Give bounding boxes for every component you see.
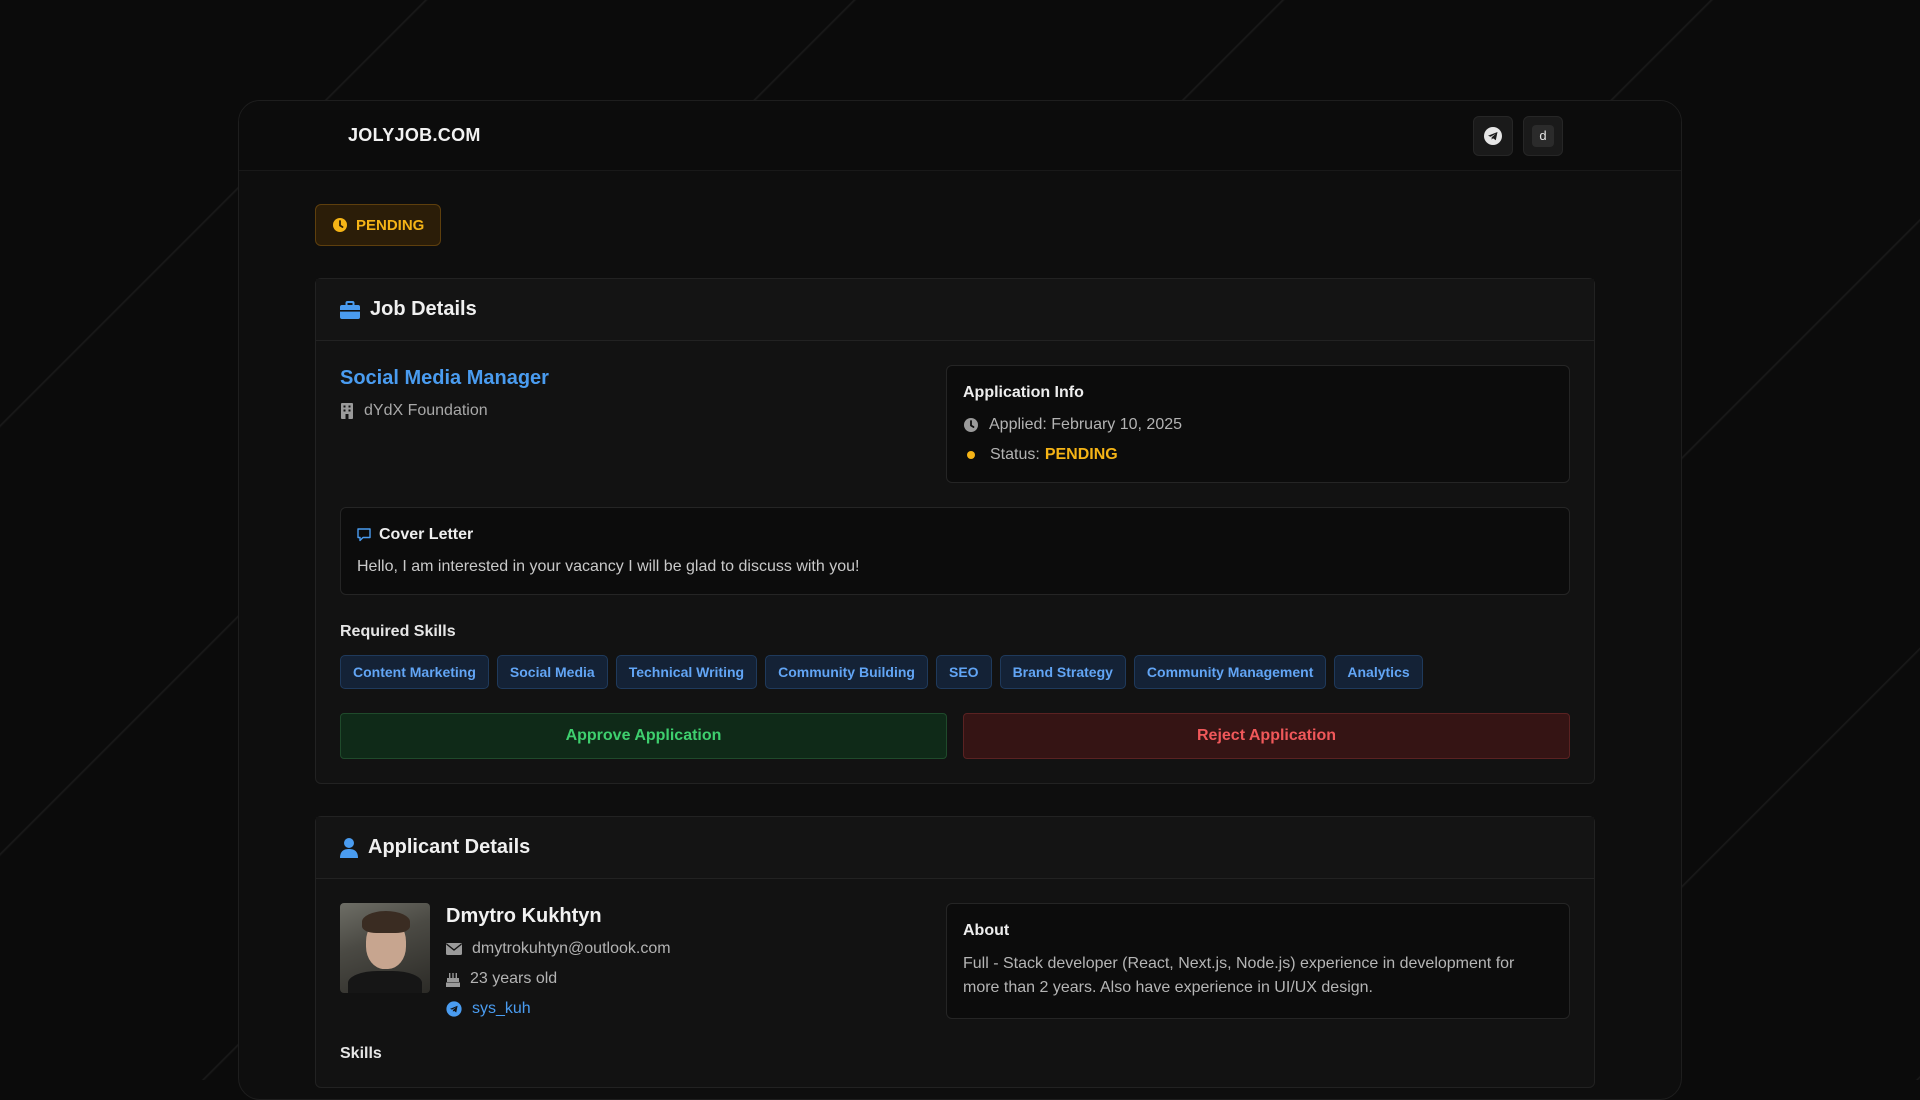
status-value: PENDING	[1044, 446, 1118, 463]
applicant-age-line: 23 years old	[446, 970, 671, 988]
status-badge: PENDING	[315, 204, 442, 246]
status-line: Status: PENDING	[963, 446, 1553, 464]
job-details-heading: Job Details	[370, 298, 477, 320]
applicant-skills-label: Skills	[340, 1045, 382, 1062]
job-summary-row: Social Media Manager dYdX Foundation App…	[340, 365, 1570, 483]
required-skills-label: Required Skills	[340, 623, 456, 640]
cover-letter-box: Cover Letter Hello, I am interested in y…	[340, 507, 1570, 595]
applicant-details-header: Applicant Details	[316, 817, 1594, 879]
about-box: About Full - Stack developer (React, Nex…	[946, 903, 1570, 1019]
site-logo[interactable]: JOLYJOB.COM	[348, 125, 481, 146]
user-initial-avatar: d	[1532, 124, 1554, 147]
main-content: PENDING Job Details Social Media Manager	[239, 171, 1681, 1088]
job-details-body: Social Media Manager dYdX Foundation App…	[316, 341, 1594, 783]
applicant-age: 23 years old	[470, 970, 558, 987]
telegram-icon	[1483, 126, 1503, 146]
status-prefix: Status:	[990, 446, 1040, 463]
top-actions: d	[1473, 115, 1563, 156]
app-window: JOLYJOB.COM d PENDING Job Details Social…	[238, 100, 1682, 1100]
cover-letter-text: Hello, I am interested in your vacancy I…	[357, 558, 860, 575]
applied-date: Applied: February 10, 2025	[989, 416, 1183, 433]
envelope-icon	[446, 943, 462, 955]
application-info-box: Application Info Applied: February 10, 2…	[946, 365, 1570, 483]
applied-date-line: Applied: February 10, 2025	[963, 416, 1553, 434]
telegram-button[interactable]	[1473, 115, 1513, 156]
skill-chip: Content Marketing	[340, 655, 489, 689]
user-icon	[340, 837, 358, 858]
cover-letter-heading: Cover Letter	[379, 526, 474, 543]
applicant-telegram-line: sys_kuh	[446, 1000, 671, 1018]
job-title[interactable]: Social Media Manager	[340, 367, 930, 390]
applicant-details-body: Dmytro Kukhtyn dmytrokuhtyn@outlook.com	[316, 879, 1594, 1087]
about-text: Full - Stack developer (React, Next.js, …	[963, 955, 1515, 996]
user-menu-button[interactable]: d	[1523, 115, 1563, 156]
clock-icon	[963, 417, 979, 433]
applicant-info: Dmytro Kukhtyn dmytrokuhtyn@outlook.com	[446, 903, 671, 1019]
applicant-email-line: dmytrokuhtyn@outlook.com	[446, 940, 671, 958]
skill-chip: Community Building	[765, 655, 928, 689]
skill-chip: SEO	[935, 655, 992, 689]
status-badge-label: PENDING	[356, 216, 425, 234]
about-heading: About	[963, 922, 1010, 939]
application-info-heading: Application Info	[963, 384, 1084, 401]
top-bar: JOLYJOB.COM d	[239, 101, 1681, 171]
job-details-header: Job Details	[316, 279, 1594, 341]
company-line: dYdX Foundation	[340, 402, 930, 420]
status-dot-icon	[967, 451, 975, 459]
cover-letter-title: Cover Letter	[357, 526, 1553, 544]
applicant-avatar	[340, 903, 430, 993]
skill-chip: Community Management	[1133, 655, 1327, 689]
skill-chip: Brand Strategy	[999, 655, 1126, 689]
reject-application-button[interactable]: Reject Application	[963, 713, 1570, 759]
skill-chip: Analytics	[1334, 655, 1423, 689]
applicant-summary-row: Dmytro Kukhtyn dmytrokuhtyn@outlook.com	[340, 903, 1570, 1019]
applicant-email: dmytrokuhtyn@outlook.com	[472, 940, 671, 957]
applicant-name: Dmytro Kukhtyn	[446, 905, 602, 927]
job-summary: Social Media Manager dYdX Foundation	[340, 365, 930, 483]
birthday-cake-icon	[446, 971, 460, 987]
applicant-telegram-link[interactable]: sys_kuh	[472, 1000, 531, 1018]
company-name: dYdX Foundation	[364, 402, 488, 419]
comment-icon	[357, 528, 371, 542]
decision-actions: Approve Application Reject Application	[340, 713, 1570, 759]
telegram-icon	[446, 1001, 462, 1017]
applicant-details-heading: Applicant Details	[368, 836, 531, 858]
required-skills-list: Content Marketing Social Media Technical…	[340, 655, 1570, 689]
building-icon	[340, 403, 354, 419]
skill-chip: Technical Writing	[615, 655, 758, 689]
clock-icon	[332, 217, 348, 233]
approve-application-button[interactable]: Approve Application	[340, 713, 947, 759]
applicant-profile: Dmytro Kukhtyn dmytrokuhtyn@outlook.com	[340, 903, 930, 1019]
job-details-card: Job Details Social Media Manager dYdX Fo…	[315, 278, 1595, 784]
briefcase-icon	[340, 300, 360, 319]
applicant-details-card: Applicant Details Dmytro Kukhtyn dmytrok…	[315, 816, 1595, 1088]
skill-chip: Social Media	[496, 655, 608, 689]
